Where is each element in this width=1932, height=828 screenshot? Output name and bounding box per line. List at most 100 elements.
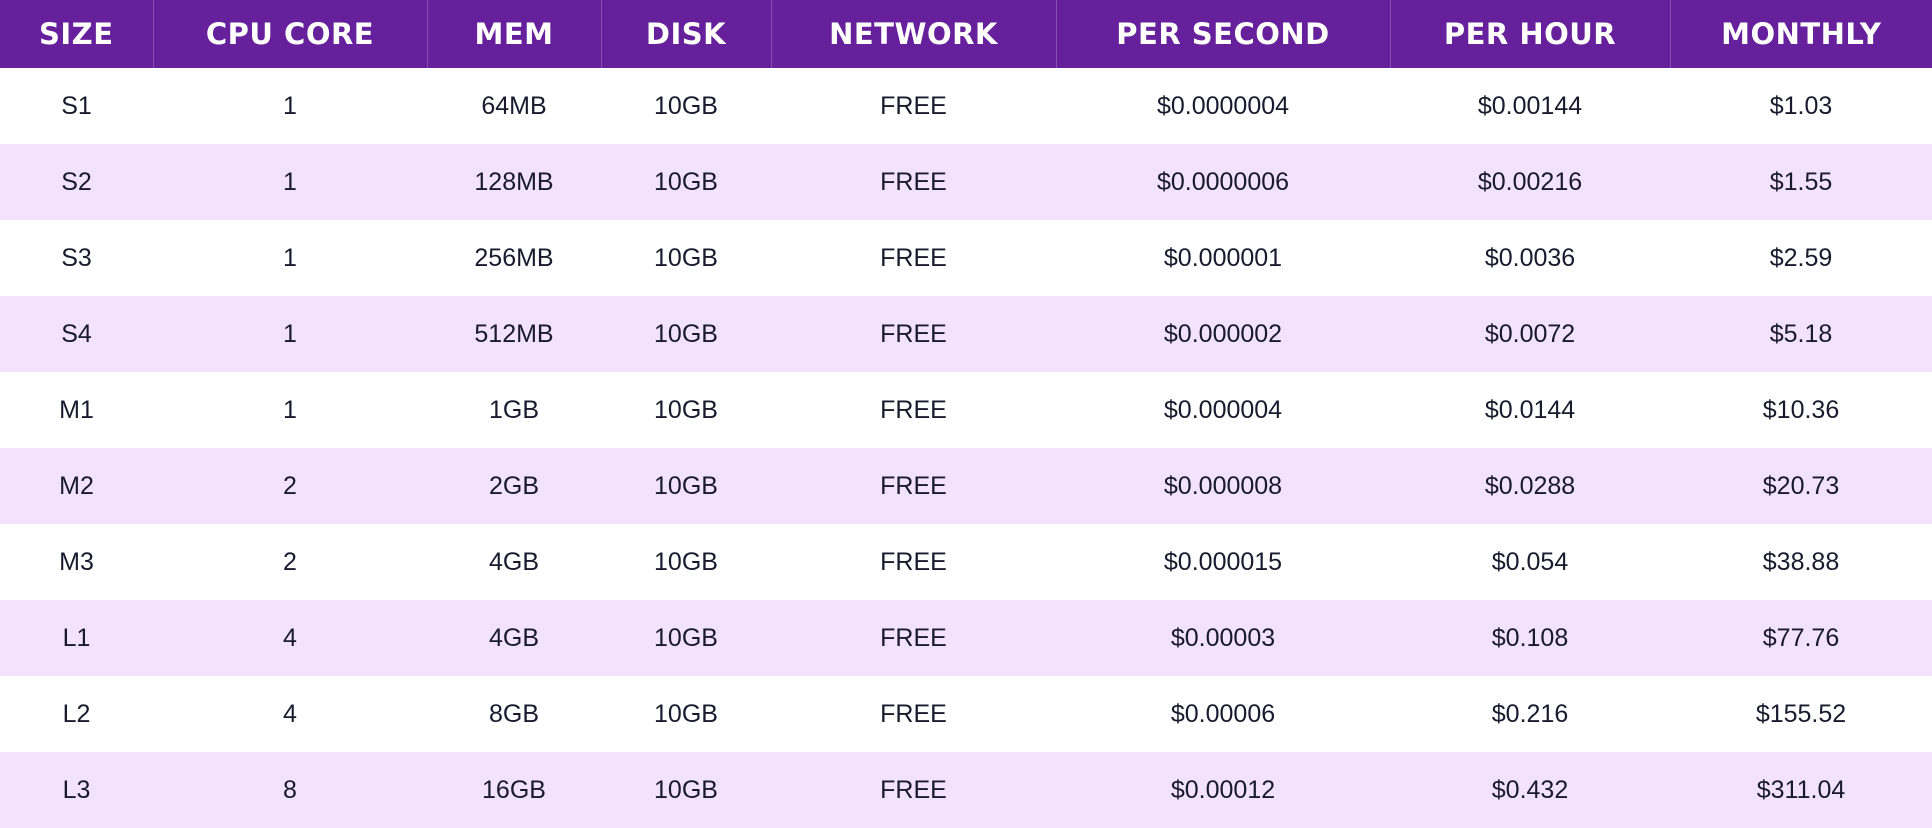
cell-size: S4 bbox=[0, 296, 153, 372]
cell-cpu-core: 1 bbox=[153, 220, 427, 296]
cell-cpu-core: 1 bbox=[153, 144, 427, 220]
column-header-per-second: PER SECOND bbox=[1055, 0, 1390, 68]
table-row: L2 4 8GB 10GB FREE $0.00006 $0.216 $155.52 bbox=[0, 676, 1932, 752]
column-header-network: NETWORK bbox=[770, 0, 1056, 68]
cell-size: S3 bbox=[0, 220, 153, 296]
column-header-per-hour: PER HOUR bbox=[1389, 0, 1670, 68]
table-row: S2 1 128MB 10GB FREE $0.0000006 $0.00216 $1.55 bbox=[0, 144, 1932, 220]
cell-network: FREE bbox=[771, 752, 1056, 828]
cell-per-second: $0.000002 bbox=[1056, 296, 1390, 372]
column-header-mem: MEM bbox=[426, 0, 601, 68]
table-row: S3 1 256MB 10GB FREE $0.000001 $0.0036 $2.59 bbox=[0, 220, 1932, 296]
cell-per-hour: $0.0036 bbox=[1390, 220, 1670, 296]
table-row: M2 2 2GB 10GB FREE $0.000008 $0.0288 $20.73 bbox=[0, 448, 1932, 524]
cell-monthly: $1.03 bbox=[1670, 68, 1932, 144]
cell-disk: 10GB bbox=[601, 68, 771, 144]
table-row: L1 4 4GB 10GB FREE $0.00003 $0.108 $77.76 bbox=[0, 600, 1932, 676]
cell-mem: 256MB bbox=[427, 220, 601, 296]
cell-size: L2 bbox=[0, 676, 153, 752]
cell-per-hour: $0.216 bbox=[1390, 676, 1670, 752]
cell-per-second: $0.00006 bbox=[1056, 676, 1390, 752]
table-row: S4 1 512MB 10GB FREE $0.000002 $0.0072 $5.18 bbox=[0, 296, 1932, 372]
cell-per-hour: $0.00216 bbox=[1390, 144, 1670, 220]
cell-per-second: $0.000008 bbox=[1056, 448, 1390, 524]
cell-monthly: $10.36 bbox=[1670, 372, 1932, 448]
cell-size: M3 bbox=[0, 524, 153, 600]
cell-disk: 10GB bbox=[601, 296, 771, 372]
cell-per-second: $0.0000006 bbox=[1056, 144, 1390, 220]
table-header: SIZE CPU CORE MEM DISK NETWORK PER SECON… bbox=[0, 0, 1932, 68]
table-body: S1 1 64MB 10GB FREE $0.0000004 $0.00144 $1.03 S2… bbox=[0, 68, 1932, 828]
cell-network: FREE bbox=[771, 600, 1056, 676]
cell-per-second: $0.0000004 bbox=[1056, 68, 1390, 144]
cell-per-second: $0.000001 bbox=[1056, 220, 1390, 296]
cell-disk: 10GB bbox=[601, 448, 771, 524]
cell-per-second: $0.000004 bbox=[1056, 372, 1390, 448]
cell-per-hour: $0.0144 bbox=[1390, 372, 1670, 448]
cell-cpu-core: 1 bbox=[153, 296, 427, 372]
cell-per-hour: $0.432 bbox=[1390, 752, 1670, 828]
cell-per-hour: $0.108 bbox=[1390, 600, 1670, 676]
cell-size: L3 bbox=[0, 752, 153, 828]
cell-mem: 2GB bbox=[427, 448, 601, 524]
table-row: S1 1 64MB 10GB FREE $0.0000004 $0.00144 $1.03 bbox=[0, 68, 1932, 144]
cell-size: S2 bbox=[0, 144, 153, 220]
cell-cpu-core: 4 bbox=[153, 676, 427, 752]
cell-per-second: $0.00012 bbox=[1056, 752, 1390, 828]
cell-monthly: $5.18 bbox=[1670, 296, 1932, 372]
cell-mem: 64MB bbox=[427, 68, 601, 144]
cell-mem: 1GB bbox=[427, 372, 601, 448]
cell-mem: 4GB bbox=[427, 600, 601, 676]
table-row: L3 8 16GB 10GB FREE $0.00012 $0.432 $311.04 bbox=[0, 752, 1932, 828]
cell-per-second: $0.00003 bbox=[1056, 600, 1390, 676]
cell-per-hour: $0.00144 bbox=[1390, 68, 1670, 144]
cell-cpu-core: 8 bbox=[153, 752, 427, 828]
cell-monthly: $20.73 bbox=[1670, 448, 1932, 524]
column-header-cpu-core: CPU CORE bbox=[152, 0, 427, 68]
cell-network: FREE bbox=[771, 524, 1056, 600]
cell-size: M1 bbox=[0, 372, 153, 448]
cell-monthly: $38.88 bbox=[1670, 524, 1932, 600]
cell-mem: 4GB bbox=[427, 524, 601, 600]
cell-mem: 512MB bbox=[427, 296, 601, 372]
cell-cpu-core: 1 bbox=[153, 68, 427, 144]
table-row: M3 2 4GB 10GB FREE $0.000015 $0.054 $38.88 bbox=[0, 524, 1932, 600]
table-row: M1 1 1GB 10GB FREE $0.000004 $0.0144 $10.36 bbox=[0, 372, 1932, 448]
column-header-disk: DISK bbox=[600, 0, 771, 68]
cell-disk: 10GB bbox=[601, 524, 771, 600]
cell-per-second: $0.000015 bbox=[1056, 524, 1390, 600]
cell-cpu-core: 4 bbox=[153, 600, 427, 676]
cell-network: FREE bbox=[771, 448, 1056, 524]
cell-size: M2 bbox=[0, 448, 153, 524]
cell-network: FREE bbox=[771, 220, 1056, 296]
cell-monthly: $155.52 bbox=[1670, 676, 1932, 752]
cell-cpu-core: 1 bbox=[153, 372, 427, 448]
cell-per-hour: $0.0072 bbox=[1390, 296, 1670, 372]
cell-disk: 10GB bbox=[601, 600, 771, 676]
column-header-monthly: MONTHLY bbox=[1669, 0, 1932, 68]
cell-per-hour: $0.0288 bbox=[1390, 448, 1670, 524]
cell-size: S1 bbox=[0, 68, 153, 144]
cell-disk: 10GB bbox=[601, 144, 771, 220]
cell-disk: 10GB bbox=[601, 676, 771, 752]
column-header-size: SIZE bbox=[0, 0, 153, 68]
pricing-table: SIZE CPU CORE MEM DISK NETWORK PER SECON… bbox=[0, 0, 1932, 828]
cell-monthly: $77.76 bbox=[1670, 600, 1932, 676]
cell-monthly: $2.59 bbox=[1670, 220, 1932, 296]
cell-network: FREE bbox=[771, 676, 1056, 752]
cell-monthly: $1.55 bbox=[1670, 144, 1932, 220]
cell-size: L1 bbox=[0, 600, 153, 676]
cell-network: FREE bbox=[771, 144, 1056, 220]
cell-disk: 10GB bbox=[601, 752, 771, 828]
cell-monthly: $311.04 bbox=[1670, 752, 1932, 828]
cell-network: FREE bbox=[771, 296, 1056, 372]
cell-cpu-core: 2 bbox=[153, 448, 427, 524]
cell-disk: 10GB bbox=[601, 372, 771, 448]
cell-mem: 128MB bbox=[427, 144, 601, 220]
header-row: SIZE CPU CORE MEM DISK NETWORK PER SECON… bbox=[0, 0, 1932, 68]
cell-mem: 16GB bbox=[427, 752, 601, 828]
cell-network: FREE bbox=[771, 68, 1056, 144]
cell-cpu-core: 2 bbox=[153, 524, 427, 600]
cell-network: FREE bbox=[771, 372, 1056, 448]
cell-per-hour: $0.054 bbox=[1390, 524, 1670, 600]
